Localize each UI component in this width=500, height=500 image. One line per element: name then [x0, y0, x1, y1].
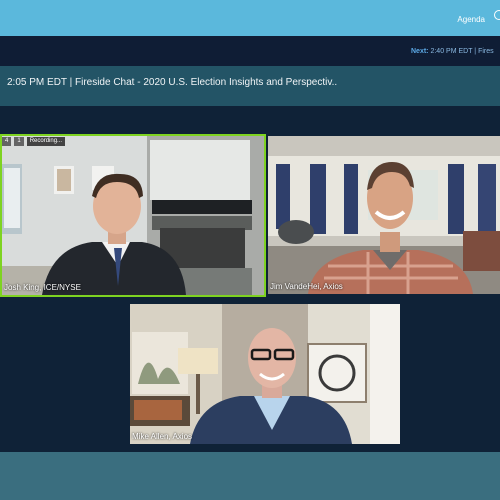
session-title-bar: 2:05 PM EDT | Fireside Chat - 2020 U.S. …: [0, 66, 500, 106]
session-title: 2:05 PM EDT | Fireside Chat - 2020 U.S. …: [7, 77, 338, 88]
video-tile-mike-allen[interactable]: Mike Allen, Axios: [130, 304, 400, 444]
video-stage: 4 1 Recording... Josh King, ICE/NYSE Jim…: [0, 106, 500, 452]
next-session-text: 2:40 PM EDT | Fires: [430, 48, 494, 55]
mike-allen-video-frame: [130, 304, 400, 444]
participant-count: 4: [2, 137, 12, 146]
top-bar: Agenda: [0, 0, 500, 36]
next-session-info[interactable]: Next: 2:40 PM EDT | Fires: [411, 48, 494, 55]
agenda-link[interactable]: Agenda: [457, 15, 485, 24]
video-tile-josh-king[interactable]: 4 1 Recording... Josh King, ICE/NYSE: [0, 134, 266, 297]
meeting-stats: 4 1 Recording...: [2, 137, 66, 146]
next-session-bar: Next: 2:40 PM EDT | Fires: [0, 36, 500, 66]
bottom-bar: [0, 452, 500, 500]
next-label: Next:: [411, 48, 429, 55]
josh-king-video-frame: [2, 136, 264, 295]
participant-name-label: Josh King, ICE/NYSE: [4, 283, 81, 292]
participant-name-label: Jim VandeHei, Axios: [270, 282, 343, 291]
participant-name-label: Mike Allen, Axios: [132, 432, 193, 441]
chat-count: 1: [14, 137, 24, 146]
user-icon[interactable]: [494, 10, 500, 20]
video-tile-jim-vandehei[interactable]: Jim VandeHei, Axios: [268, 136, 500, 294]
jim-vandehei-video-frame: [268, 136, 500, 294]
recording-indicator: Recording...: [26, 137, 66, 146]
